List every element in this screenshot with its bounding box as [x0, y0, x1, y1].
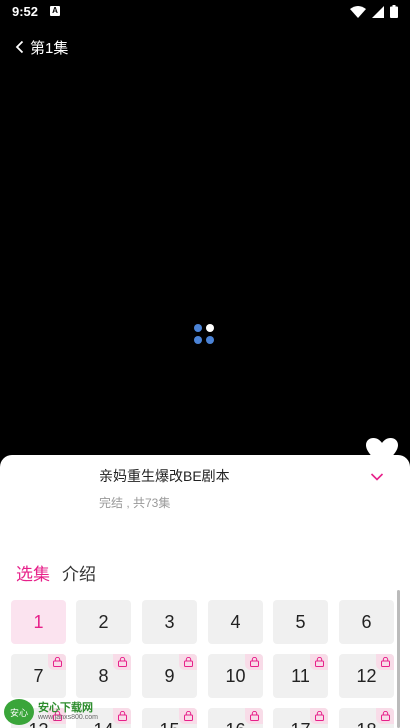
- top-nav: 第1集: [12, 34, 68, 60]
- status-bar: 9:52 A: [0, 0, 410, 24]
- tab-bar: 选集 介绍: [16, 560, 96, 585]
- tab-episodes[interactable]: 选集: [16, 560, 50, 585]
- notification-a-label: A: [52, 6, 58, 15]
- tab-intro[interactable]: 介绍: [62, 560, 96, 585]
- episode-number: 3: [164, 611, 175, 632]
- episode-button[interactable]: 18: [339, 708, 394, 728]
- scrollbar[interactable]: [397, 590, 400, 728]
- episode-number: 16: [225, 720, 245, 728]
- episode-button[interactable]: 12: [339, 654, 394, 698]
- episode-button[interactable]: 16: [208, 708, 263, 728]
- episode-button[interactable]: 6: [339, 600, 394, 644]
- loader-dot: [194, 336, 202, 344]
- episode-button[interactable]: 1: [11, 600, 66, 644]
- episode-number: 9: [164, 665, 175, 686]
- lock-icon: [179, 654, 197, 670]
- episode-button[interactable]: 17: [273, 708, 328, 728]
- episode-number: 1: [33, 611, 44, 632]
- loader-dot: [206, 336, 214, 344]
- episode-number: 7: [33, 665, 44, 686]
- episode-button[interactable]: 10: [208, 654, 263, 698]
- episode-title: 第1集: [30, 39, 69, 57]
- episode-number: 18: [356, 720, 376, 728]
- heart-icon[interactable]: [366, 438, 398, 466]
- episode-number: 8: [98, 665, 109, 686]
- episode-button[interactable]: 15: [142, 708, 197, 728]
- watermark-url: www.janxs800.com: [38, 714, 98, 721]
- episode-button[interactable]: 5: [273, 600, 328, 644]
- drama-title: 亲妈重生爆改BE剧本: [99, 468, 230, 484]
- loader-dot: [194, 324, 202, 332]
- lock-icon: [245, 708, 263, 724]
- watermark: 安心 安心下载网 www.janxs800.com: [4, 699, 108, 725]
- episode-button[interactable]: 11: [273, 654, 328, 698]
- episode-button[interactable]: 3: [142, 600, 197, 644]
- episode-number: 17: [290, 720, 310, 728]
- lock-icon: [113, 708, 131, 724]
- lock-icon: [113, 654, 131, 670]
- status-icons: [350, 5, 398, 18]
- signal-icon: [372, 5, 384, 18]
- episode-number: 4: [230, 611, 241, 632]
- chevron-left-icon[interactable]: [12, 39, 28, 55]
- chevron-down-icon[interactable]: [370, 472, 384, 482]
- lock-icon: [179, 708, 197, 724]
- lock-icon: [310, 708, 328, 724]
- loader-dot: [206, 324, 214, 332]
- episode-button[interactable]: 2: [76, 600, 131, 644]
- notification-a-icon: A: [50, 6, 60, 16]
- wifi-icon: [350, 5, 366, 18]
- lock-icon: [310, 654, 328, 670]
- episode-number: 15: [159, 720, 179, 728]
- episode-number: 11: [291, 665, 310, 686]
- episode-number: 6: [361, 611, 372, 632]
- episode-button[interactable]: 8: [76, 654, 131, 698]
- lock-icon: [245, 654, 263, 670]
- watermark-logo: 安心: [4, 699, 34, 725]
- lock-icon: [48, 654, 66, 670]
- episode-number: 12: [356, 665, 377, 686]
- watermark-text: 安心下载网 www.janxs800.com: [38, 702, 98, 722]
- episode-button[interactable]: 4: [208, 600, 263, 644]
- lock-icon: [376, 708, 394, 724]
- status-time: 9:52: [12, 4, 39, 19]
- watermark-main: 安心下载网: [38, 702, 93, 714]
- lock-icon: [376, 654, 394, 670]
- drama-meta: 完结 , 共73集: [99, 496, 171, 510]
- episode-number: 10: [225, 665, 246, 686]
- episode-button[interactable]: 7: [11, 654, 66, 698]
- episode-number: 5: [295, 611, 306, 632]
- loading-indicator: [194, 324, 216, 346]
- battery-icon: [390, 5, 398, 18]
- episode-button[interactable]: 9: [142, 654, 197, 698]
- episode-number: 2: [98, 611, 109, 632]
